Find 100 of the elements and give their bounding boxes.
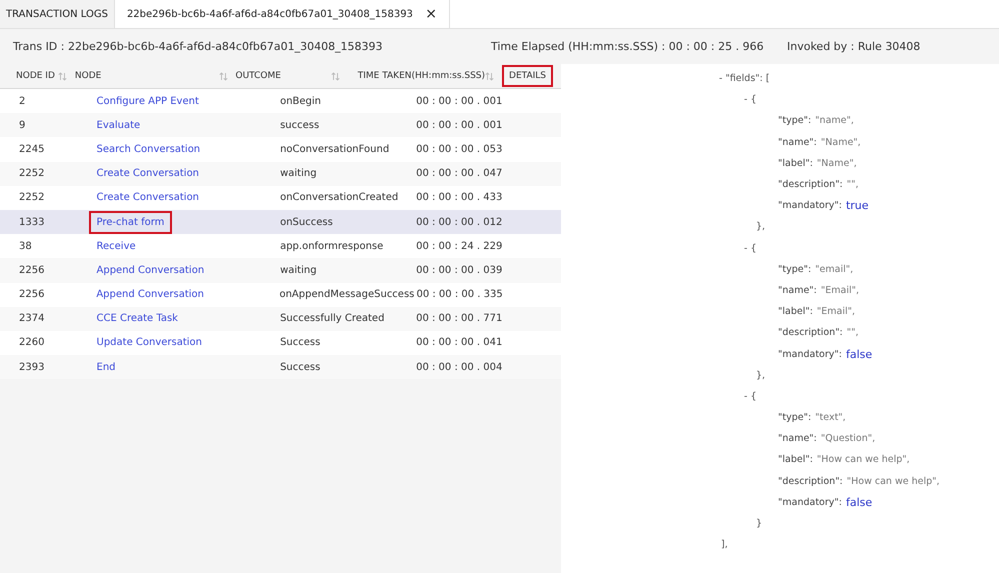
json-key: "description":	[778, 179, 843, 190]
node-link[interactable]: Update Conversation	[88, 331, 210, 354]
json-key: "label":	[778, 306, 813, 318]
json-line: ],	[720, 538, 729, 552]
table-cell: app.onformresponse	[280, 240, 384, 252]
column-header[interactable]: OUTCOME	[236, 71, 281, 81]
json-value: true	[846, 199, 869, 212]
table-cell: 2252	[19, 168, 44, 180]
json-value: "email",	[815, 264, 854, 275]
table-cell: noConversationFound	[280, 144, 390, 155]
close-icon[interactable]: ×	[425, 6, 437, 22]
table-cell: onConversationCreated	[280, 192, 398, 204]
node-link[interactable]: Evaluate	[88, 114, 148, 137]
json-key: "label":	[778, 454, 813, 466]
json-key: "name":	[778, 284, 817, 296]
node-link[interactable]: Search Conversation	[88, 138, 208, 161]
table-cell: Success	[280, 362, 320, 373]
node-link[interactable]: Receive	[88, 234, 144, 258]
table-row[interactable]: 2252 Create Conversation onConversationCreated 00 : 00 : 00 . 433	[0, 186, 561, 210]
table-row[interactable]: 2256 Append Conversation onAppendMessageSuccess 00 : 00 : 00 . 335	[0, 282, 561, 307]
trans-id: Trans ID : 22be296b-bc6b-4a6f-af6d-a84c0fb67a01_30408_158393	[13, 40, 384, 53]
json-key: "name":	[778, 433, 817, 444]
node-link[interactable]: Configure APP Event	[88, 90, 207, 113]
table-row[interactable]: 2260 Update Conversation Success 00 : 00 : 00 . 041	[0, 330, 561, 356]
table-cell: 00 : 00 : 00 . 335	[416, 289, 503, 300]
table-cell: onAppendMessageSuccess	[279, 289, 414, 300]
table-row[interactable]: 2393 End Success 00 : 00 : 00 . 004	[0, 355, 561, 380]
json-key: "label":	[778, 158, 813, 169]
table-cell: 00 : 00 : 24 . 229	[416, 240, 502, 252]
json-value: "",	[846, 327, 859, 338]
table-cell: 2	[19, 96, 26, 107]
table-row[interactable]: 2245 Search Conversation noConversationFound 00 : 00 : 00 . 053	[0, 137, 561, 162]
json-line: }	[755, 517, 764, 532]
table-cell: 00 : 00 : 00 . 001	[416, 96, 502, 107]
table-cell: 2260	[19, 337, 44, 348]
json-line: - {	[743, 242, 758, 256]
table-cell: 00 : 00 : 00 . 041	[416, 337, 502, 348]
column-header[interactable]: NODE ID	[16, 71, 55, 81]
table-cell: 2245	[19, 144, 44, 155]
table-cell: onBegin	[280, 96, 322, 107]
json-key: "type":	[778, 412, 812, 424]
table-cell: waiting	[280, 264, 317, 276]
table-cell: 38	[19, 240, 32, 252]
json-line: },	[755, 220, 766, 234]
json-value: false	[846, 348, 872, 361]
node-link[interactable]: Pre-chat form	[88, 210, 172, 234]
time-elapsed: Time Elapsed (HH:mm:ss.SSS) : 00 : 00 : 25 . 966	[491, 40, 765, 53]
table-row[interactable]: 2252 Create Conversation waiting 00 : 00 : 00 . 047	[0, 162, 561, 186]
invoked-by: Invoked by : Rule 30408	[787, 40, 920, 53]
json-value: "text",	[815, 412, 846, 424]
table-cell: 2393	[19, 362, 44, 373]
table-row[interactable]: 38 Receive app.onformresponse 00 : 00 : 24 . 229	[0, 234, 561, 258]
node-link[interactable]: CCE Create Task	[88, 307, 186, 330]
table-row[interactable]: 2374 CCE Create Task Successfully Created 00 : 00 : 00 . 771	[0, 306, 561, 331]
json-key: "description":	[778, 476, 843, 487]
json-key: "type":	[778, 115, 812, 126]
json-value: "Name",	[820, 136, 861, 148]
table-row[interactable]: 2256 Append Conversation waiting 00 : 00 : 00 . 039	[0, 258, 561, 282]
table-cell: Successfully Created	[280, 313, 384, 324]
sort-icon[interactable]	[330, 72, 340, 80]
table-cell: 00 : 00 : 00 . 433	[416, 192, 502, 204]
json-value: "",	[846, 179, 859, 190]
json-line: },	[755, 368, 766, 383]
sort-icon[interactable]	[58, 72, 67, 80]
json-value: "How can we help",	[816, 454, 910, 466]
table-cell: success	[280, 120, 320, 131]
table-cell: 00 : 00 : 00 . 001	[416, 120, 502, 131]
column-header[interactable]: DETAILS	[502, 65, 553, 87]
json-line: - {	[743, 390, 758, 404]
json-value: false	[846, 496, 872, 509]
sort-icon[interactable]	[218, 72, 228, 80]
table-row[interactable]: 2 Configure APP Event onBegin 00 : 00 : 00 . 001	[0, 89, 561, 114]
column-header[interactable]: NODE	[74, 71, 102, 81]
json-value: "Question",	[820, 433, 876, 444]
table-cell: 00 : 00 : 00 . 039	[416, 264, 502, 276]
node-link[interactable]: Append Conversation	[88, 258, 212, 282]
table-cell: 2374	[19, 313, 44, 324]
node-link[interactable]: Append Conversation	[88, 283, 212, 306]
table-cell: 00 : 00 : 00 . 012	[416, 216, 502, 228]
json-key: "name":	[778, 136, 817, 148]
node-link[interactable]: Create Conversation	[88, 186, 208, 210]
table-cell: 00 : 00 : 00 . 004	[416, 362, 502, 373]
json-key: "mandatory":	[778, 200, 842, 212]
json-key: "mandatory":	[778, 496, 842, 508]
table-cell: 00 : 00 : 00 . 771	[416, 313, 502, 324]
node-link[interactable]: Create Conversation	[88, 162, 208, 186]
column-header[interactable]: TIME TAKEN(HH:mm:ss.SSS)	[358, 71, 486, 81]
json-value: "Email",	[820, 284, 860, 296]
tab[interactable]: TRANSACTION LOGS	[0, 0, 115, 28]
table-cell: 00 : 00 : 00 . 053	[416, 144, 502, 155]
json-key: "description":	[778, 327, 843, 338]
sort-icon[interactable]	[485, 72, 494, 80]
json-value: "Name",	[816, 158, 857, 169]
table-row[interactable]: 9 Evaluate success 00 : 00 : 00 . 001	[0, 113, 561, 138]
table-cell: 1333	[19, 216, 44, 228]
json-line: - "fields": [	[718, 72, 771, 86]
table-cell: 9	[19, 120, 26, 131]
json-key: "type":	[778, 264, 812, 275]
node-link[interactable]: End	[88, 356, 124, 379]
table-row[interactable]: 1333 Pre-chat form onSuccess 00 : 00 : 00 . 012	[0, 210, 561, 234]
